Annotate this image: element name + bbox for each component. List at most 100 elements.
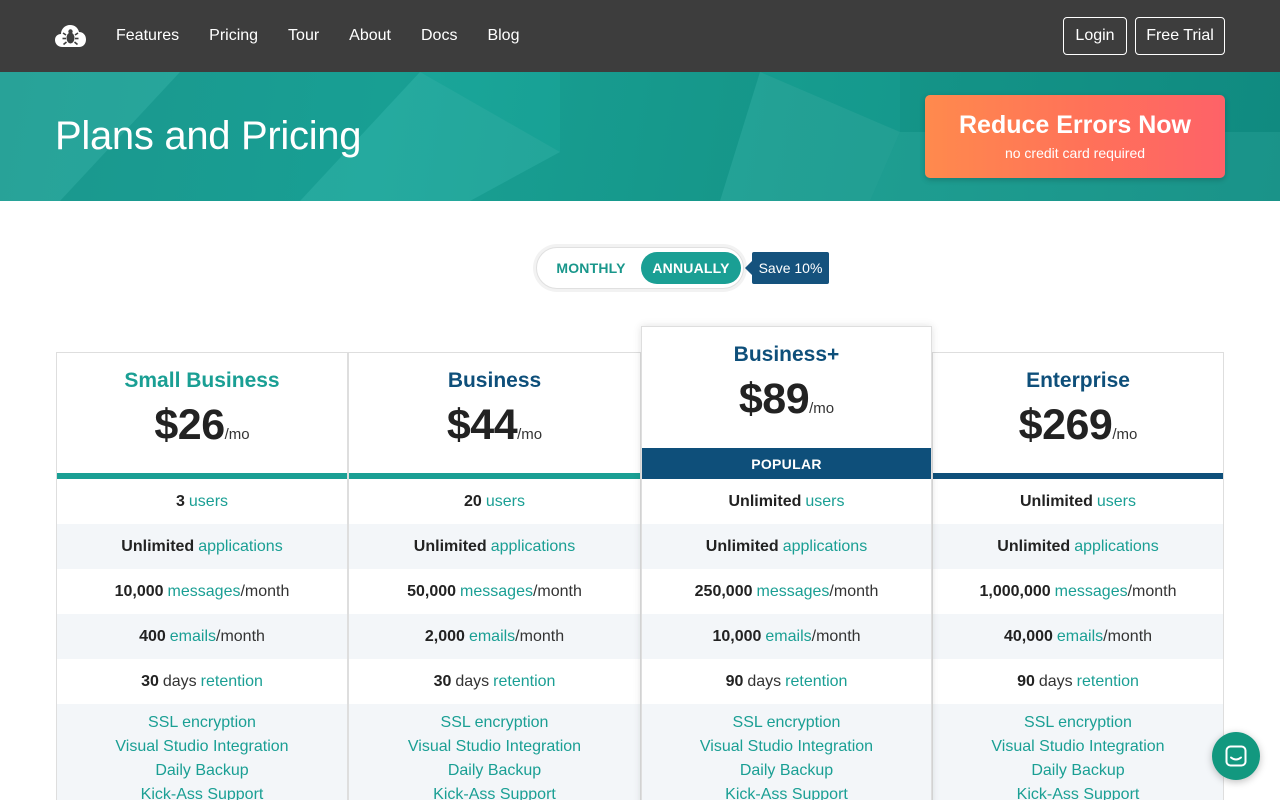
plan-row-messages: 1,000,000 messages/month	[933, 569, 1223, 614]
feature-link[interactable]: SSL encryption	[349, 711, 640, 735]
plan-name: Business	[447, 369, 542, 392]
feature-link[interactable]: Kick-Ass Support	[642, 783, 931, 800]
plan-row-emails: 40,000 emails/month	[933, 614, 1223, 659]
row-term-link[interactable]: emails	[765, 628, 811, 646]
row-term-link[interactable]: applications	[1074, 538, 1159, 556]
row-suffix: /month	[240, 582, 290, 600]
plan-name: Enterprise	[1026, 369, 1130, 392]
plan-features-list: Unlimited users Unlimited applications 250,0…	[642, 479, 931, 800]
plan-card-enterprise[interactable]: Enterprise $269/mo Unlimited users Unlimited…	[932, 352, 1224, 800]
row-unit: days	[1038, 672, 1073, 690]
plan-price: $89/mo	[642, 375, 931, 424]
row-term-link[interactable]: applications	[198, 538, 283, 556]
row-term-link[interactable]: users	[486, 493, 525, 511]
feature-link[interactable]: SSL encryption	[57, 711, 347, 735]
feature-link[interactable]: Kick-Ass Support	[349, 783, 640, 800]
plan-price-amount: $26	[154, 401, 225, 449]
plan-features-list: 20 users Unlimited applications 50,000 messag…	[349, 479, 640, 800]
row-value: Unlimited	[728, 492, 802, 510]
row-term-link[interactable]: applications	[783, 538, 868, 556]
nav-link-pricing[interactable]: Pricing	[209, 27, 258, 45]
plan-price-period: /mo	[224, 426, 250, 443]
plan-features-list: 3 users Unlimited applications 10,000 message…	[57, 479, 347, 800]
feature-link[interactable]: Daily Backup	[349, 759, 640, 783]
row-term-link[interactable]: users	[805, 493, 844, 511]
row-term-link[interactable]: users	[1097, 493, 1136, 511]
cloud-bug-logo-icon[interactable]	[55, 23, 86, 49]
chat-launcher-button[interactable]	[1212, 732, 1260, 780]
plan-row-users: 20 users	[349, 479, 640, 524]
nav-link-blog[interactable]: Blog	[487, 27, 519, 45]
row-value: 30	[141, 672, 159, 690]
plan-row-applications: Unlimited applications	[933, 524, 1223, 569]
row-value: 90	[725, 672, 744, 690]
row-term-link[interactable]: retention	[201, 673, 263, 691]
feature-link[interactable]: Kick-Ass Support	[933, 783, 1223, 800]
hero-banner: Plans and Pricing Reduce Errors Now no c…	[0, 72, 1280, 201]
reduce-errors-cta-button[interactable]: Reduce Errors Now no credit card require…	[925, 95, 1225, 178]
row-value: 10,000	[114, 582, 164, 600]
free-trial-button[interactable]: Free Trial	[1135, 17, 1225, 55]
row-suffix: /month	[1103, 627, 1153, 645]
feature-link[interactable]: Visual Studio Integration	[349, 735, 640, 759]
plan-card-business[interactable]: Business $44/mo 20 users Unlimited applicatio…	[348, 352, 641, 800]
plan-price-amount: $269	[1018, 401, 1113, 449]
row-term-link[interactable]: applications	[491, 538, 576, 556]
nav-link-tour[interactable]: Tour	[288, 27, 319, 45]
plan-extra-features: SSL encryption Visual Studio Integration D…	[349, 704, 640, 800]
plan-card-business-plus[interactable]: Business+ $89/mo POPULAR Unlimited users Unli…	[641, 326, 932, 800]
plan-row-retention: 30 days retention	[57, 659, 347, 704]
billing-period-toggle: MONTHLY ANNUALLY	[536, 247, 744, 289]
feature-link[interactable]: Daily Backup	[57, 759, 347, 783]
page-title: Plans and Pricing	[55, 114, 362, 158]
billing-annually-option[interactable]: ANNUALLY	[641, 252, 741, 284]
row-value: 50,000	[407, 582, 457, 600]
feature-link[interactable]: SSL encryption	[642, 711, 931, 735]
row-value: 40,000	[1003, 627, 1053, 645]
row-term-link[interactable]: emails	[1057, 628, 1103, 646]
row-value: 30	[433, 672, 452, 690]
nav-link-docs[interactable]: Docs	[421, 27, 457, 45]
row-term-link[interactable]: retention	[1077, 673, 1139, 691]
row-term-link[interactable]: emails	[469, 628, 515, 646]
row-term-link[interactable]: retention	[493, 673, 555, 691]
plan-extra-features: SSL encryption Visual Studio Integration D…	[57, 704, 347, 800]
plan-price-period: /mo	[517, 426, 543, 443]
row-suffix: /month	[811, 627, 861, 645]
feature-link[interactable]: Daily Backup	[933, 759, 1223, 783]
row-value: 10,000	[712, 627, 762, 645]
row-value: 20	[464, 492, 482, 510]
feature-link[interactable]: Kick-Ass Support	[57, 783, 347, 800]
row-suffix: /month	[216, 627, 265, 645]
feature-link[interactable]: SSL encryption	[933, 711, 1223, 735]
nav-link-features[interactable]: Features	[116, 27, 179, 45]
plan-row-users: 3 users	[57, 479, 347, 524]
plan-card-small-business[interactable]: Small Business $26/mo 3 users Unlimited appli…	[56, 352, 348, 800]
row-term-link[interactable]: users	[189, 493, 228, 511]
row-term-link[interactable]: retention	[785, 673, 847, 691]
row-unit: days	[162, 672, 197, 690]
billing-monthly-option[interactable]: MONTHLY	[541, 252, 641, 284]
plan-row-applications: Unlimited applications	[349, 524, 640, 569]
save-discount-badge: Save 10%	[745, 252, 829, 284]
login-button[interactable]: Login	[1063, 17, 1127, 55]
feature-link[interactable]: Visual Studio Integration	[57, 735, 347, 759]
nav-links: Features Pricing Tour About Docs Blog	[116, 0, 519, 72]
plan-row-applications: Unlimited applications	[642, 524, 931, 569]
plan-extra-features: SSL encryption Visual Studio Integration D…	[642, 704, 931, 800]
nav-link-about[interactable]: About	[349, 27, 391, 45]
row-value: Unlimited	[705, 537, 779, 555]
plan-features-list: Unlimited users Unlimited applications 1,000…	[933, 479, 1223, 800]
feature-link[interactable]: Visual Studio Integration	[642, 735, 931, 759]
plan-price: $269/mo	[933, 401, 1223, 450]
row-term-link[interactable]: messages	[168, 583, 241, 601]
plan-price-amount: $89	[738, 375, 810, 423]
row-term-link[interactable]: messages	[460, 583, 533, 601]
feature-link[interactable]: Daily Backup	[642, 759, 931, 783]
row-unit: days	[747, 672, 782, 690]
row-value: 3	[175, 492, 185, 510]
row-term-link[interactable]: messages	[757, 583, 830, 601]
row-term-link[interactable]: messages	[1055, 583, 1128, 601]
feature-link[interactable]: Visual Studio Integration	[933, 735, 1223, 759]
row-term-link[interactable]: emails	[170, 628, 216, 646]
